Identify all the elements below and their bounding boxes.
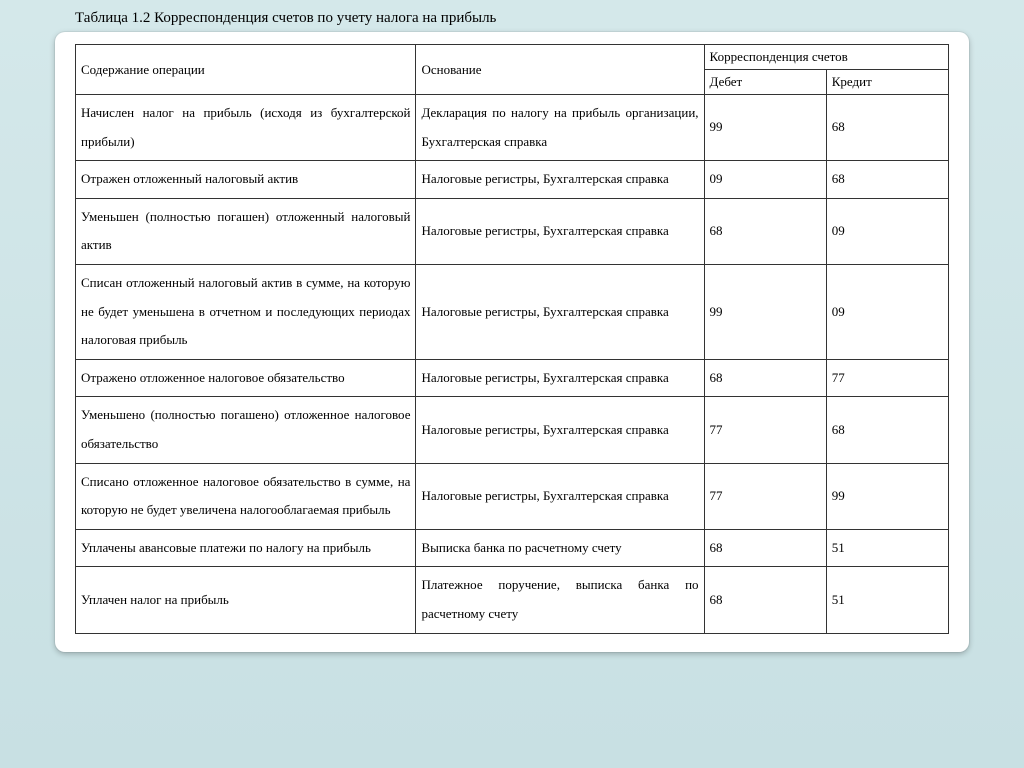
cell-credit: 09 <box>826 198 948 264</box>
table-row: Отражен отложенный налоговый актив Налог… <box>76 161 949 199</box>
cell-operation: Уплачен налог на прибыль <box>76 567 416 633</box>
cell-operation: Уменьшено (полностью погашено) отложенно… <box>76 397 416 463</box>
table-caption: Таблица 1.2 Корреспонденция счетов по уч… <box>75 10 1009 27</box>
table-row: Отражено отложенное налоговое обязательс… <box>76 359 949 397</box>
table-row: Начислен налог на прибыль (исходя из бух… <box>76 95 949 161</box>
cell-operation: Списан отложенный налоговый актив в сумм… <box>76 264 416 359</box>
cell-debit: 68 <box>704 359 826 397</box>
cell-operation: Начислен налог на прибыль (исходя из бух… <box>76 95 416 161</box>
cell-basis: Налоговые регистры, Бухгалтерская справк… <box>416 463 704 529</box>
accounts-table: Содержание операции Основание Корреспонд… <box>75 44 949 634</box>
cell-operation: Отражено отложенное налоговое обязательс… <box>76 359 416 397</box>
cell-credit: 09 <box>826 264 948 359</box>
cell-credit: 68 <box>826 397 948 463</box>
header-credit: Кредит <box>826 70 948 95</box>
cell-basis: Налоговые регистры, Бухгалтерская справк… <box>416 397 704 463</box>
cell-debit: 68 <box>704 567 826 633</box>
cell-debit: 77 <box>704 397 826 463</box>
header-operation: Содержание операции <box>76 45 416 95</box>
cell-credit: 68 <box>826 95 948 161</box>
cell-basis: Выписка банка по расчетному счету <box>416 529 704 567</box>
cell-basis: Платежное поручение, выписка банка по ра… <box>416 567 704 633</box>
cell-credit: 68 <box>826 161 948 199</box>
cell-credit: 51 <box>826 529 948 567</box>
cell-debit: 77 <box>704 463 826 529</box>
table-row: Уплачен налог на прибыль Платежное поруч… <box>76 567 949 633</box>
table-row: Списано отложенное налоговое обязательст… <box>76 463 949 529</box>
cell-basis: Налоговые регистры, Бухгалтерская справк… <box>416 161 704 199</box>
cell-debit: 09 <box>704 161 826 199</box>
header-correspondence: Корреспонденция счетов <box>704 45 948 70</box>
cell-operation: Уменьшен (полностью погашен) отложенный … <box>76 198 416 264</box>
cell-operation: Списано отложенное налоговое обязательст… <box>76 463 416 529</box>
cell-basis: Налоговые регистры, Бухгалтерская справк… <box>416 359 704 397</box>
cell-debit: 68 <box>704 529 826 567</box>
table-row: Уплачены авансовые платежи по налогу на … <box>76 529 949 567</box>
cell-debit: 68 <box>704 198 826 264</box>
cell-operation: Уплачены авансовые платежи по налогу на … <box>76 529 416 567</box>
table-row: Списан отложенный налоговый актив в сумм… <box>76 264 949 359</box>
table-row: Уменьшен (полностью погашен) отложенный … <box>76 198 949 264</box>
cell-credit: 99 <box>826 463 948 529</box>
table-body: Начислен налог на прибыль (исходя из бух… <box>76 95 949 634</box>
header-debit: Дебет <box>704 70 826 95</box>
cell-operation: Отражен отложенный налоговый актив <box>76 161 416 199</box>
cell-basis: Налоговые регистры, Бухгалтерская справк… <box>416 198 704 264</box>
cell-basis: Декларация по налогу на прибыль организа… <box>416 95 704 161</box>
table-card: Содержание операции Основание Корреспонд… <box>55 32 969 652</box>
header-basis: Основание <box>416 45 704 95</box>
cell-credit: 77 <box>826 359 948 397</box>
cell-basis: Налоговые регистры, Бухгалтерская справк… <box>416 264 704 359</box>
cell-debit: 99 <box>704 264 826 359</box>
table-row: Уменьшено (полностью погашено) отложенно… <box>76 397 949 463</box>
cell-credit: 51 <box>826 567 948 633</box>
cell-debit: 99 <box>704 95 826 161</box>
